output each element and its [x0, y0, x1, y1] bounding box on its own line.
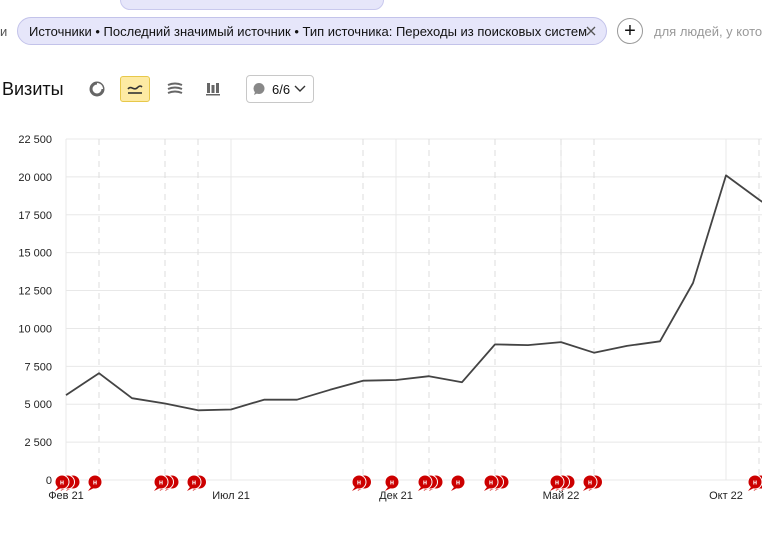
- x-tick-label: Май 22: [543, 490, 580, 502]
- annotation-marker-label: н: [192, 480, 196, 487]
- annotation-marker-group[interactable]: н: [54, 474, 81, 491]
- x-tick-label: Окт 22: [709, 490, 743, 502]
- close-icon[interactable]: [584, 24, 598, 38]
- series-line: [65, 174, 762, 412]
- y-tick-label: 0: [46, 475, 52, 487]
- annotation-markers: нннннннннннн: [54, 474, 762, 491]
- x-tick-label: Июл 21: [212, 490, 250, 502]
- annotation-marker-group[interactable]: н: [450, 474, 466, 491]
- comment-icon: [253, 83, 265, 95]
- annotation-marker-group[interactable]: н: [186, 474, 207, 491]
- visits-line-chart: 0 2 500 5 000 7 500 10 000 12 500 15 000 17 500…: [18, 134, 762, 502]
- annotation-marker-label: н: [456, 480, 460, 487]
- annotation-marker-label: н: [588, 480, 592, 487]
- y-axis-ticks: 0 2 500 5 000 7 500 10 000 12 500 15 000 17 500…: [18, 134, 52, 487]
- y-tick-label: 20 000: [18, 172, 52, 184]
- y-tick-label: 5 000: [24, 399, 52, 411]
- x-axis-ticks: Фев 21 Июл 21 Дек 21 Май 22 Окт 22: [48, 490, 743, 502]
- area-chart-icon: [167, 82, 183, 94]
- annotation-marker-label: н: [390, 480, 394, 487]
- area-chart-button[interactable]: [160, 76, 190, 102]
- chart-toolbar: Визиты 6/6: [0, 72, 762, 106]
- filter-prefix: и: [0, 24, 8, 39]
- annotation-marker-label: н: [159, 480, 163, 487]
- annotation-marker-group[interactable]: н: [417, 474, 444, 491]
- filter-hint: для людей, у котор: [654, 24, 762, 39]
- annotation-marker-label: н: [60, 480, 64, 487]
- line-chart-button[interactable]: [120, 76, 150, 102]
- stacked-bar-button[interactable]: [198, 76, 228, 102]
- annotation-marker-label: н: [423, 480, 427, 487]
- annotation-marker-group[interactable]: н: [549, 474, 576, 491]
- line-chart-icon: [127, 85, 143, 94]
- y-tick-label: 7 500: [24, 361, 52, 373]
- add-filter-button[interactable]: +: [617, 18, 643, 44]
- chart-grid: [65, 138, 762, 481]
- metric-title: Визиты: [2, 79, 64, 99]
- annotation-marker-label: н: [753, 480, 757, 487]
- stacked-bar-icon: [206, 83, 220, 96]
- annotation-marker-group[interactable]: н: [582, 474, 603, 491]
- series-selector-value: 6/6: [272, 81, 291, 97]
- source-filter-chip[interactable]: Источники • Последний значимый источник …: [17, 17, 607, 45]
- annotation-marker-group[interactable]: н: [483, 474, 510, 491]
- chevron-down-icon: [294, 85, 306, 92]
- annotation-marker-label: н: [93, 480, 97, 487]
- y-tick-label: 17 500: [18, 210, 52, 222]
- x-tick-label: Фев 21: [48, 490, 84, 502]
- pie-chart-button[interactable]: [82, 76, 112, 102]
- source-filter-label: Источники • Последний значимый источник …: [29, 23, 588, 39]
- annotation-marker-group[interactable]: н: [384, 474, 400, 491]
- y-tick-label: 15 000: [18, 248, 52, 260]
- annotation-marker-group[interactable]: н: [87, 474, 103, 491]
- annotation-marker-label: н: [357, 480, 361, 487]
- annotation-marker-group[interactable]: н: [351, 474, 372, 491]
- annotation-marker-group[interactable]: н: [747, 474, 762, 491]
- filter-row: и Источники • Последний значимый источни…: [0, 17, 762, 47]
- y-tick-label: 22 500: [18, 134, 52, 146]
- x-tick-label: Дек 21: [379, 490, 413, 502]
- y-tick-label: 12 500: [18, 286, 52, 298]
- annotation-marker-label: н: [489, 480, 493, 487]
- pie-chart-icon: [89, 81, 105, 97]
- series-selector-dropdown[interactable]: 6/6: [246, 75, 314, 103]
- series-line-path: [65, 174, 762, 412]
- annotation-marker-label: н: [555, 480, 559, 487]
- y-tick-label: 10 000: [18, 323, 52, 335]
- annotation-marker-group[interactable]: н: [153, 474, 180, 491]
- previous-filter-chip[interactable]: [120, 0, 384, 10]
- y-tick-label: 2 500: [24, 437, 52, 449]
